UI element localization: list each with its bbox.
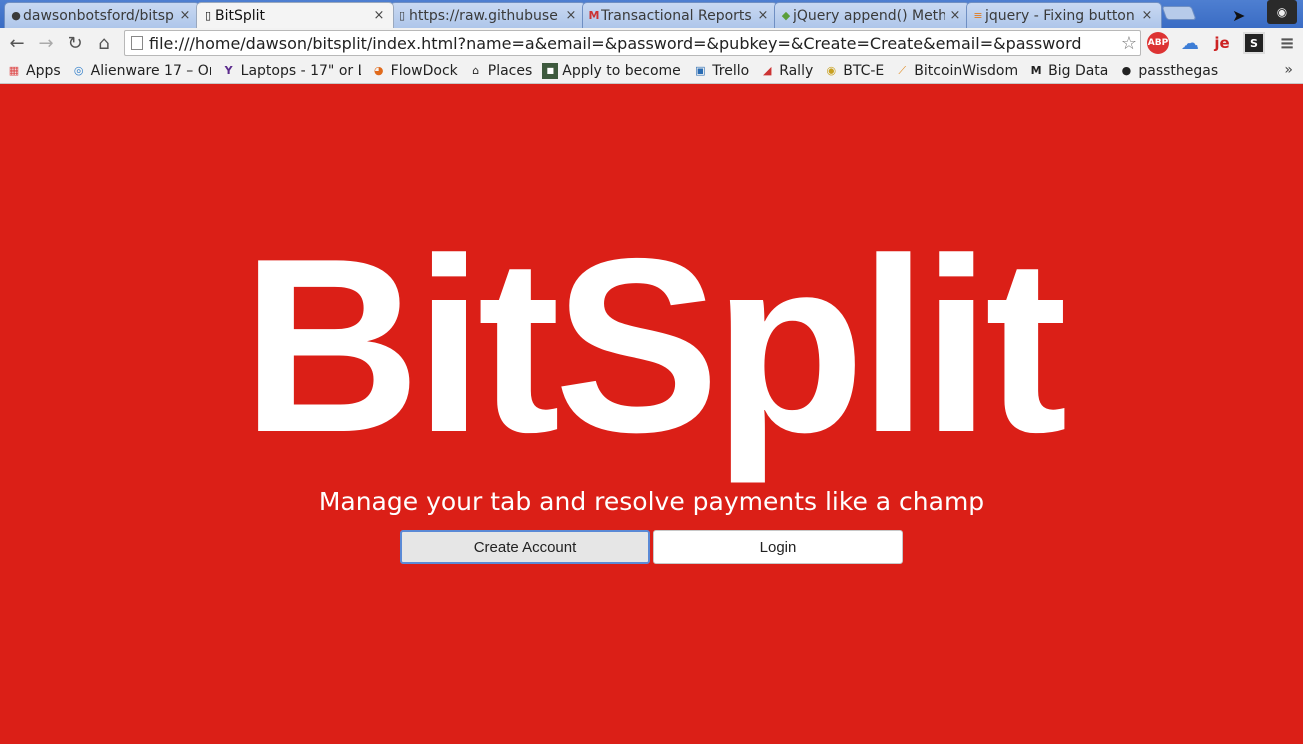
bookmark-label: Apply to become a bbox=[562, 62, 683, 79]
close-icon[interactable]: × bbox=[949, 8, 961, 23]
je-extension-icon[interactable]: je bbox=[1211, 32, 1233, 54]
tagline: Manage your tab and resolve payments lik… bbox=[318, 487, 985, 516]
tab-title: jquery - Fixing button bbox=[985, 7, 1135, 24]
bookmark-label: Trello bbox=[712, 62, 750, 79]
login-button[interactable]: Login bbox=[653, 530, 903, 564]
bookmark-btce[interactable]: ◉ BTC-E bbox=[823, 63, 884, 79]
close-icon[interactable]: × bbox=[757, 8, 769, 23]
tab-title: dawsonbotsford/bitsp bbox=[23, 7, 174, 24]
bookmark-label: Alienware 17 – On bbox=[90, 62, 211, 79]
mandrill-icon: M bbox=[588, 8, 600, 22]
bookmark-label: passthegas bbox=[1138, 62, 1219, 79]
forward-icon[interactable]: → bbox=[34, 31, 58, 55]
bookmark-flowdock[interactable]: ◕ FlowDock bbox=[371, 63, 458, 79]
tab-title: https://raw.githubuse bbox=[409, 7, 558, 24]
tab-transactional-reports[interactable]: M Transactional Reports × bbox=[582, 2, 778, 28]
create-account-button[interactable]: Create Account bbox=[400, 530, 650, 564]
bookmarks-bar: ▦ Apps ◎ Alienware 17 – On Y Laptops - 1… bbox=[0, 58, 1303, 84]
stackoverflow-icon: ≡ bbox=[973, 8, 983, 22]
apps-grid-icon: ▦ bbox=[8, 64, 20, 77]
close-icon[interactable]: × bbox=[1141, 8, 1153, 23]
medium-icon: M bbox=[1030, 64, 1042, 77]
bookmark-places[interactable]: ⌂ Places bbox=[468, 62, 533, 79]
bookmark-trello[interactable]: ▣ Trello bbox=[692, 63, 749, 79]
tab-title: Transactional Reports bbox=[601, 7, 752, 24]
new-tab-button[interactable] bbox=[1161, 6, 1197, 20]
s-extension-icon[interactable]: S bbox=[1243, 32, 1265, 54]
page-icon bbox=[131, 36, 143, 50]
bitcoinwisdom-icon: ⟋ bbox=[898, 63, 907, 77]
app-logo: BitSplit bbox=[241, 206, 1068, 484]
tab-stackoverflow[interactable]: ≡ jquery - Fixing button × bbox=[966, 2, 1162, 28]
home-icon[interactable]: ⌂ bbox=[92, 31, 116, 55]
menu-icon[interactable]: ≡ bbox=[1276, 32, 1298, 54]
bookmark-apps[interactable]: ▦ Apps bbox=[6, 63, 61, 79]
browser-toolbar: ← → ↻ ⌂ file:///home/dawson/bitsplit/ind… bbox=[0, 28, 1303, 58]
tab-title: jQuery append() Meth bbox=[793, 7, 945, 24]
dell-icon: ◎ bbox=[73, 64, 84, 77]
bookmark-apply[interactable]: ■ Apply to become a bbox=[542, 62, 683, 79]
bookmark-big-data[interactable]: M Big Data bbox=[1028, 62, 1109, 79]
bookmark-label: Big Data bbox=[1048, 62, 1109, 79]
reload-icon[interactable]: ↻ bbox=[63, 31, 87, 55]
bookmark-rally[interactable]: ◢ Rally bbox=[759, 63, 813, 79]
bookmark-label: Apps bbox=[26, 62, 61, 79]
bookmark-label: BTC-E bbox=[843, 62, 885, 79]
mouse-cursor-icon: ➤ bbox=[1232, 6, 1246, 25]
tab-github-bitsplit[interactable]: ● dawsonbotsford/bitsp × bbox=[4, 2, 200, 28]
github-icon: ● bbox=[1121, 64, 1132, 77]
close-icon[interactable]: × bbox=[179, 8, 191, 23]
adblock-plus-icon[interactable]: ABP bbox=[1147, 32, 1169, 54]
bookmark-alienware[interactable]: ◎ Alienware 17 – On bbox=[71, 63, 211, 79]
bookmark-label: BitcoinWisdom bbox=[914, 62, 1019, 79]
yahoo-icon: Y bbox=[224, 64, 233, 77]
apply-icon: ■ bbox=[542, 62, 559, 79]
profile-avatar-icon[interactable]: ◉ bbox=[1267, 0, 1297, 24]
btce-icon: ◉ bbox=[826, 64, 837, 77]
bookmark-label: Places bbox=[487, 62, 533, 79]
bookmark-passthegas[interactable]: ● passthegas bbox=[1118, 62, 1219, 79]
url-text[interactable]: file:///home/dawson/bitsplit/index.html?… bbox=[149, 34, 1118, 53]
bookmark-label: Laptops - 17" or La bbox=[240, 62, 361, 79]
bookmark-laptops[interactable]: Y Laptops - 17" or La bbox=[221, 63, 361, 79]
github-icon: ● bbox=[11, 8, 21, 22]
trello-icon: ▣ bbox=[695, 64, 706, 77]
page-icon: ▯ bbox=[204, 8, 212, 22]
jquery-icon: ◆ bbox=[781, 8, 791, 22]
bookmark-bitcoinwisdom[interactable]: ⟋ BitcoinWisdom bbox=[894, 63, 1018, 79]
tab-bitsplit[interactable]: ▯ BitSplit × bbox=[196, 2, 394, 28]
flowdock-icon: ◕ bbox=[373, 64, 384, 77]
more-bookmarks-icon[interactable]: » bbox=[1284, 62, 1293, 78]
rally-icon: ◢ bbox=[762, 64, 772, 77]
tab-title: BitSplit bbox=[215, 7, 266, 24]
close-icon[interactable]: × bbox=[565, 8, 577, 23]
tab-jquery-append[interactable]: ◆ jQuery append() Meth × bbox=[774, 2, 970, 28]
address-bar[interactable]: file:///home/dawson/bitsplit/index.html?… bbox=[124, 30, 1141, 56]
page-icon: ▯ bbox=[398, 8, 406, 22]
back-icon[interactable]: ← bbox=[5, 31, 29, 55]
tab-strip: ● dawsonbotsford/bitsp × ▯ BitSplit × ▯ … bbox=[0, 0, 1303, 28]
page-content: BitSplit Manage your tab and resolve pay… bbox=[0, 85, 1303, 744]
cloud-icon[interactable]: ☁ bbox=[1179, 32, 1201, 54]
bookmark-label: Rally bbox=[779, 62, 814, 79]
tab-raw-github[interactable]: ▯ https://raw.githubuse × bbox=[390, 2, 586, 28]
close-icon[interactable]: × bbox=[373, 8, 385, 23]
bookmark-label: FlowDock bbox=[390, 62, 458, 79]
places-icon: ⌂ bbox=[472, 64, 480, 77]
bookmark-star-icon[interactable]: ☆ bbox=[1118, 33, 1140, 54]
